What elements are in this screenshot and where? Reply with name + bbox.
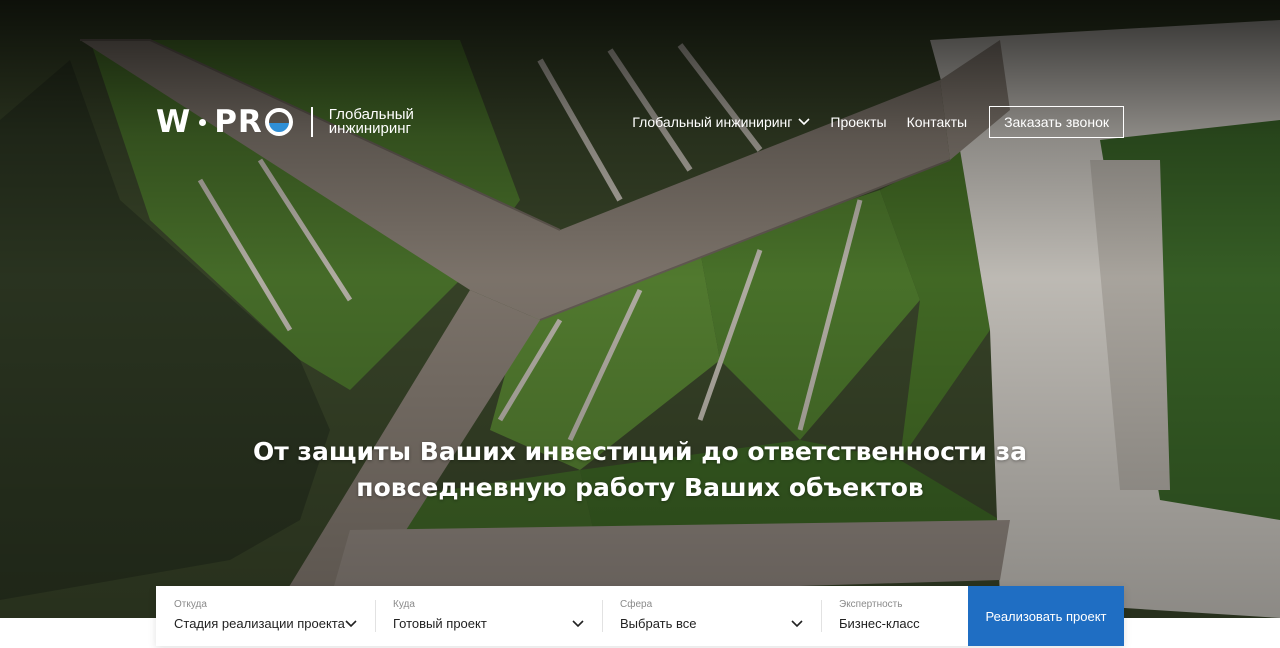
from-select[interactable]: Откуда Стадия реализации проекта [156, 586, 375, 646]
nav-item-projects[interactable]: Проекты [830, 114, 886, 130]
from-value: Стадия реализации проекта [174, 616, 345, 631]
logo-tagline: Глобальный инжиниринг [328, 106, 414, 137]
main-nav: Глобальный инжиниринг Проекты Контакты З… [632, 106, 1124, 138]
to-select[interactable]: Куда Готовый проект [375, 586, 602, 646]
to-label: Куда [393, 599, 415, 610]
nav-item-global-engineering[interactable]: Глобальный инжиниринг [632, 114, 810, 130]
chevron-down-icon [791, 619, 803, 627]
order-call-button[interactable]: Заказать звонок [989, 106, 1124, 138]
hero-headline: От защиты Ваших инвестиций до ответствен… [0, 434, 1280, 506]
from-label: Откуда [174, 599, 207, 610]
chevron-down-icon [798, 118, 810, 126]
wpro-logo-mark: W PR [156, 104, 293, 140]
nav-item-contacts[interactable]: Контакты [907, 114, 967, 130]
nav-item-label: Глобальный инжиниринг [632, 114, 793, 130]
hero-overlay [0, 0, 1280, 618]
sphere-value: Выбрать все [620, 616, 697, 631]
logo-divider [310, 107, 313, 137]
expertise-select[interactable]: Экспертность Бизнес-класс [821, 586, 968, 646]
sphere-select[interactable]: Сфера Выбрать все [602, 586, 821, 646]
expertise-value: Бизнес-класс [839, 616, 920, 631]
sphere-label: Сфера [620, 599, 653, 610]
headline-line-1: От защиты Ваших инвестиций до ответствен… [252, 437, 1027, 466]
headline-line-2: повседневную работу Ваших объектов [356, 473, 924, 502]
chevron-down-icon [345, 619, 357, 627]
realize-project-button[interactable]: Реализовать проект [968, 586, 1124, 646]
expertise-label: Экспертность [839, 599, 903, 610]
to-value: Готовый проект [393, 616, 487, 631]
hero-section: W PR Глобальный инжиниринг Глобальный инж… [0, 0, 1280, 618]
project-search-bar: Откуда Стадия реализации проекта Куда Го… [156, 586, 1124, 646]
logo[interactable]: W PR Глобальный инжиниринг [156, 104, 429, 140]
chevron-down-icon [572, 619, 584, 627]
